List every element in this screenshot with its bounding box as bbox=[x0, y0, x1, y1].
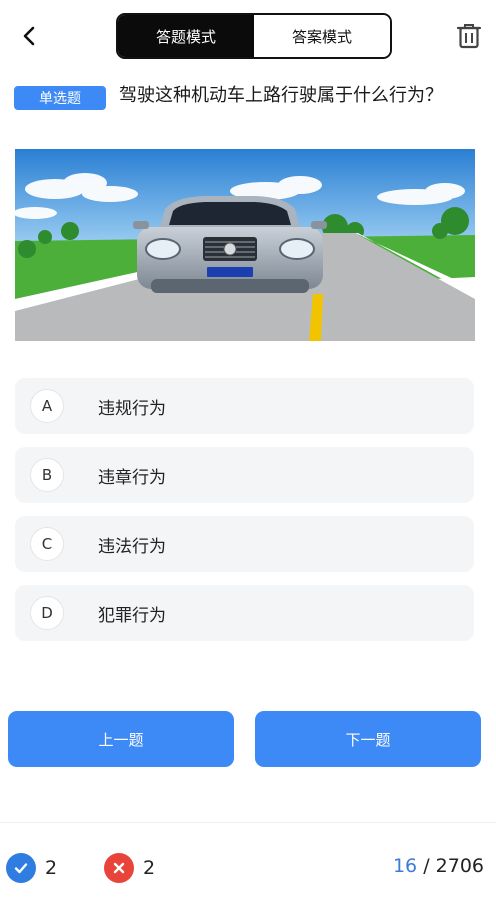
question-progress[interactable]: 16 / 2706 bbox=[393, 855, 484, 877]
option-text: 违章行为 bbox=[98, 468, 166, 488]
option-a[interactable]: A 违规行为 bbox=[15, 378, 474, 434]
footer-divider bbox=[0, 822, 496, 823]
option-d[interactable]: D 犯罪行为 bbox=[15, 585, 474, 641]
back-button[interactable] bbox=[14, 20, 46, 52]
option-letter: A bbox=[30, 389, 64, 423]
total-question-count: 2706 bbox=[435, 855, 484, 877]
wrong-stat[interactable]: 2 bbox=[104, 853, 155, 883]
question-image bbox=[15, 149, 475, 341]
cross-icon bbox=[104, 853, 134, 883]
trash-icon bbox=[456, 24, 482, 49]
option-letter: D bbox=[30, 596, 64, 630]
option-text: 犯罪行为 bbox=[98, 606, 166, 626]
correct-stat[interactable]: 2 bbox=[6, 853, 57, 883]
option-letter: C bbox=[30, 527, 64, 561]
chevron-left-icon bbox=[23, 26, 35, 46]
mode-toggle: 答题模式 答案模式 bbox=[116, 13, 392, 59]
question-text: 驾驶这种机动车上路行驶属于什么行为？ bbox=[119, 85, 443, 106]
header-bar: 答题模式 答案模式 bbox=[0, 0, 496, 72]
option-text: 违规行为 bbox=[98, 399, 166, 419]
option-text: 违法行为 bbox=[98, 537, 166, 557]
delete-button[interactable] bbox=[452, 19, 486, 53]
option-c[interactable]: C 违法行为 bbox=[15, 516, 474, 572]
wrong-count: 2 bbox=[143, 857, 156, 879]
next-question-button[interactable]: 下一题 bbox=[255, 711, 481, 767]
option-letter: B bbox=[30, 458, 64, 492]
current-question-number: 16 bbox=[392, 855, 418, 877]
tab-solution-mode[interactable]: 答案模式 bbox=[254, 15, 390, 57]
progress-separator: / bbox=[417, 855, 436, 877]
question-type-badge: 单选题 bbox=[14, 86, 106, 110]
option-b[interactable]: B 违章行为 bbox=[15, 447, 474, 503]
prev-question-button[interactable]: 上一题 bbox=[8, 711, 234, 767]
correct-count: 2 bbox=[45, 857, 58, 879]
tab-answer-mode[interactable]: 答题模式 bbox=[118, 15, 254, 57]
check-icon bbox=[6, 853, 36, 883]
